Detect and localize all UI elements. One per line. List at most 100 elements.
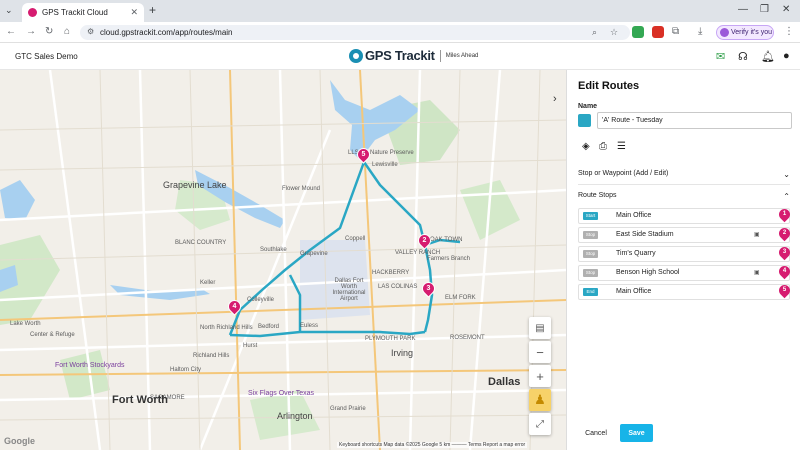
map-label: BLANC COUNTRY (175, 240, 227, 246)
download-icon[interactable]: ⤓ (698, 26, 702, 37)
stop-note-icon[interactable]: ▣ (754, 231, 760, 238)
route-stops-section[interactable]: Route Stops ⌃ (578, 192, 790, 201)
address-bar[interactable]: ⚙ cloud.gpstrackit.com/app/routes/main ⌕… (80, 25, 630, 40)
route-stops-title: Route Stops (578, 192, 617, 199)
route-color-swatch[interactable] (578, 114, 591, 127)
map-label: Euless (300, 323, 319, 329)
site-info-icon[interactable]: ⚙ (87, 27, 94, 36)
tab-search-icon[interactable]: ⌄ (5, 5, 13, 16)
stop-type-badge: Stop (583, 250, 598, 258)
stop-name: Benson High School (616, 269, 680, 276)
map-label: Lake Worth (10, 321, 41, 327)
avatar (720, 28, 729, 37)
close-window-icon[interactable]: ✕ (782, 4, 790, 15)
back-icon[interactable]: ← (6, 26, 16, 37)
profile-verify-button[interactable]: Verify it's you (716, 25, 774, 40)
extensions-puzzle-icon[interactable]: ⧉ (672, 26, 679, 37)
directions-icon[interactable]: ◈ (582, 141, 590, 152)
list-details-icon[interactable]: ☰ (617, 141, 626, 152)
org-name[interactable]: GTC Sales Demo (15, 52, 78, 61)
new-tab-icon[interactable]: + (149, 3, 156, 17)
zoom-icon[interactable]: ⌕ (592, 27, 597, 38)
chevron-up-icon[interactable]: ⌃ (783, 192, 790, 201)
stop-number: 2 (782, 230, 787, 236)
route-stop-row[interactable]: Stop Tim's Quarry 3 (578, 244, 793, 262)
route-name-input[interactable] (597, 112, 792, 129)
app-header: GTC Sales Demo GPS Trackit Miles Ahead (0, 43, 800, 70)
minimize-icon[interactable]: — (738, 4, 748, 15)
reload-icon[interactable]: ↻ (45, 26, 53, 37)
route-map[interactable]: Grapevine Lake Flower Mound LLSB & Natur… (0, 70, 566, 450)
stop-marker-icon: 1 (776, 206, 793, 223)
logo-pin-icon (349, 48, 363, 63)
logo-tagline: Miles Ahead (445, 52, 479, 59)
map-label: Flower Mound (282, 186, 321, 192)
forward-icon[interactable]: → (26, 26, 36, 37)
map-label: Grapevine (300, 251, 328, 257)
map-label: Fort Worth Stockyards (55, 362, 125, 369)
map-label: Grapevine Lake (163, 180, 227, 190)
stop-name: Tim's Quarry (616, 250, 656, 257)
map-label: PLYMOUTH PARK (365, 336, 416, 342)
map-label: Bedford (258, 324, 280, 330)
stop-number: 4 (782, 268, 787, 274)
waypoint-section[interactable]: Stop or Waypoint (Add / Edit) ⌄ (578, 170, 790, 179)
map-type-icon[interactable]: ▤ (529, 317, 551, 339)
map-label: Coppell (345, 236, 366, 242)
chat-icon[interactable]: ✉ (716, 50, 725, 63)
map-label: Haltom City (170, 367, 202, 373)
map-label: ROSEMONT (450, 335, 485, 341)
home-icon[interactable]: ⌂ (64, 26, 70, 37)
app-logo: GPS Trackit Miles Ahead (349, 48, 478, 63)
stop-marker-icon: 5 (776, 282, 793, 299)
map-label: Southlake (260, 247, 287, 253)
bookmark-star-icon[interactable]: ☆ (610, 27, 618, 38)
cancel-button[interactable]: Cancel (577, 424, 615, 442)
user-account-icon[interactable]: ● (783, 50, 790, 62)
map-label: LAS COLINAS (378, 284, 418, 290)
chevron-down-icon[interactable]: ⌄ (783, 170, 790, 179)
map-label: Lewisville (372, 162, 398, 168)
stop-marker-icon: 3 (776, 244, 793, 261)
map-label: ELM FORK (445, 295, 476, 301)
tab-title: GPS Trackit Cloud (42, 8, 108, 17)
street-view-icon[interactable]: ♟ (529, 389, 551, 411)
route-stop-row[interactable]: End Main Office 5 (578, 282, 793, 300)
route-stop-row[interactable]: Stop East Side Stadium ▣ 2 (578, 225, 793, 243)
map-label: HACKBERRY (372, 270, 410, 276)
browser-toolbar: ← → ↻ ⌂ ⚙ cloud.gpstrackit.com/app/route… (0, 22, 800, 43)
map-label: Grand Prairie (330, 406, 366, 412)
route-stop-row[interactable]: Start Main Office 1 (578, 206, 793, 224)
route-stop-row[interactable]: Stop Benson High School ▣ 4 (578, 263, 793, 281)
stop-name: Main Office (616, 288, 652, 295)
stop-type-badge: End (583, 288, 598, 296)
headset-icon[interactable]: ☊ (738, 50, 748, 63)
zoom-out-button[interactable]: − (529, 341, 551, 363)
edit-routes-panel: Edit Routes Name ◈ ⎙ ☰ Stop or Waypoint … (566, 70, 800, 450)
stop-number: 5 (782, 287, 787, 293)
stop-type-badge: Stop (583, 231, 598, 239)
extension-icon[interactable] (632, 26, 644, 38)
collapse-panel-icon[interactable]: › (553, 93, 557, 105)
stop-note-icon[interactable]: ▣ (754, 269, 760, 276)
stop-number: 1 (782, 211, 787, 217)
stop-marker-icon: 2 (776, 225, 793, 242)
waypoint-section-title: Stop or Waypoint (Add / Edit) (578, 170, 669, 177)
browser-tab[interactable]: GPS Trackit Cloud ✕ (22, 3, 144, 22)
save-button[interactable]: Save (620, 424, 653, 442)
close-tab-icon[interactable]: ✕ (130, 7, 138, 18)
google-logo: Google (4, 436, 35, 446)
map-label: OAK TOWN (430, 237, 463, 243)
logo-text: GPS Trackit (365, 48, 435, 63)
verify-label: Verify it's you (731, 29, 773, 36)
fullscreen-icon[interactable]: ⤢ (529, 413, 551, 435)
notification-bell-icon[interactable]: 🔔︎ (761, 50, 775, 63)
map-attribution[interactable]: Keyboard shortcuts Map data ©2025 Google… (337, 442, 528, 448)
browser-menu-icon[interactable]: ⋮ (784, 26, 794, 37)
print-icon[interactable]: ⎙ (599, 141, 607, 152)
restore-icon[interactable]: ❐ (760, 4, 769, 15)
stop-marker-icon: 4 (776, 263, 793, 280)
zoom-in-button[interactable]: + (529, 365, 551, 387)
map-label: Richland Hills (193, 353, 230, 359)
extension-icon[interactable] (652, 26, 664, 38)
